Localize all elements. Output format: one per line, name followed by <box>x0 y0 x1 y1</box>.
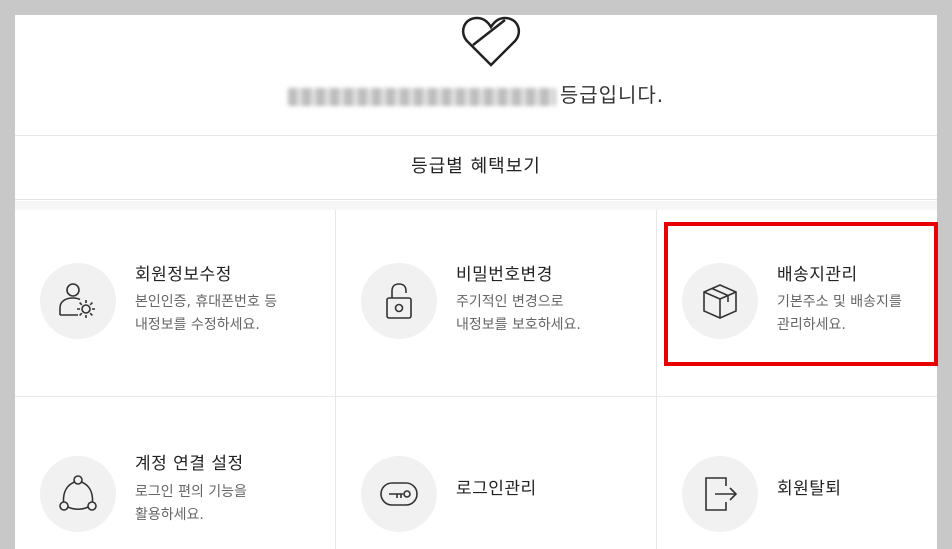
grade-text: 등급입니다. <box>15 79 937 109</box>
grade-benefits-link[interactable]: 등급별 혜택보기 <box>15 137 937 200</box>
user-settings-icon <box>59 283 95 318</box>
icon-circle <box>361 456 437 532</box>
menu-desc: 주기적인 변경으로 내정보를 보호하세요. <box>456 294 581 333</box>
section-divider <box>15 201 937 210</box>
menu-title: 계정 연결 설정 <box>135 454 244 474</box>
icon-circle <box>40 456 116 532</box>
menu-title: 로그인관리 <box>456 479 537 499</box>
heart-icon <box>461 16 521 67</box>
highlight-box <box>664 222 938 366</box>
menu-desc: 본인인증, 휴대폰번호 등 내정보를 수정하세요. <box>135 294 278 333</box>
key-icon <box>380 482 418 506</box>
exit-icon <box>705 477 738 511</box>
unlock-icon <box>386 283 412 319</box>
menu-account-link[interactable]: 계정 연결 설정 로그인 편의 기능을 활용하세요. <box>15 397 335 549</box>
menu-title: 회원탈퇴 <box>777 479 842 499</box>
share-icon <box>59 475 97 511</box>
icon-circle <box>682 456 758 532</box>
icon-circle <box>361 263 437 339</box>
menu-edit-profile[interactable]: 회원정보수정 본인인증, 휴대폰번호 등 내정보를 수정하세요. <box>15 210 335 396</box>
menu-title: 회원정보수정 <box>135 265 232 285</box>
menu-desc: 로그인 편의 기능을 활용하세요. <box>135 484 247 523</box>
menu-title: 비밀번호변경 <box>456 265 553 285</box>
blurred-username <box>287 87 556 106</box>
grade-header: 등급입니다. <box>15 15 937 136</box>
menu-withdraw[interactable]: 회원탈퇴 <box>657 397 937 549</box>
icon-circle <box>40 263 116 339</box>
menu-change-password[interactable]: 비밀번호변경 주기적인 변경으로 내정보를 보호하세요. <box>336 210 656 396</box>
grade-suffix: 등급입니다. <box>559 83 665 107</box>
menu-login-management[interactable]: 로그인관리 <box>336 397 656 549</box>
